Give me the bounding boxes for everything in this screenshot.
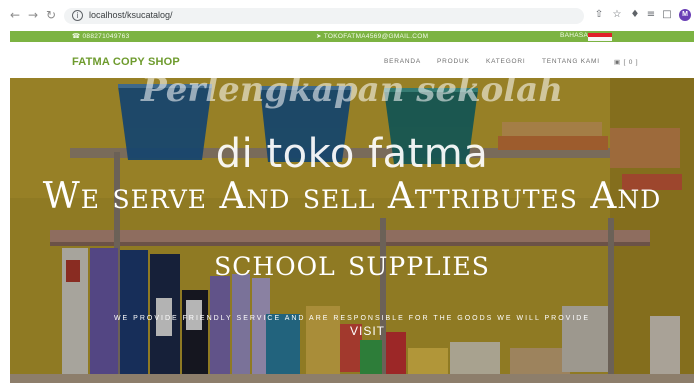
hero-description: WE PROVIDE FRIENDLY SERVICE AND ARE RESP…	[113, 315, 591, 322]
site-logo[interactable]: FATMA COPY SHOP	[72, 56, 180, 68]
language-selector[interactable]: BAHASA	[560, 32, 588, 39]
hero-title-line1: We serve And sell Attributes And	[42, 176, 662, 217]
share-icon[interactable]: ⇧	[593, 9, 605, 21]
hero-banner: Perlengkapan sekolah di toko fatma We se…	[10, 78, 694, 383]
reading-list-icon[interactable]: ≡	[645, 9, 657, 21]
url-text[interactable]: localhost/ksucatalog/	[89, 10, 173, 20]
site-info-icon[interactable]: i	[72, 10, 83, 21]
cart-button[interactable]: ▣ [ 0 ]	[614, 58, 638, 66]
nav-tentang-kami[interactable]: TENTANG KAMI	[542, 58, 600, 65]
nav-kategori[interactable]: KATEGORI	[486, 58, 526, 65]
email-address[interactable]: ➤ TOKOFATMA4569@GMAIL.COM	[316, 32, 428, 40]
bookmark-star-icon[interactable]: ☆	[611, 9, 623, 21]
nav-produk[interactable]: PRODUK	[437, 58, 470, 65]
phone-number: ☎ 088271049763	[72, 33, 130, 40]
reload-icon[interactable]: ↻	[44, 8, 58, 22]
side-panel-icon[interactable]: □	[661, 9, 673, 21]
hero-title-line2: school supplies	[214, 243, 490, 284]
hero-subtitle: di toko fatma	[215, 131, 489, 177]
indonesia-flag-icon[interactable]	[588, 33, 612, 41]
back-arrow-icon[interactable]: ←	[8, 8, 22, 22]
visit-button[interactable]: VISIT	[350, 324, 385, 338]
profile-avatar[interactable]: M	[679, 9, 691, 21]
nav-beranda[interactable]: BERANDA	[384, 58, 421, 65]
hero-background-heading: Perlengkapan sekolah	[141, 78, 563, 110]
forward-arrow-icon[interactable]: →	[26, 8, 40, 22]
extension-icon[interactable]: ♦	[629, 9, 641, 21]
